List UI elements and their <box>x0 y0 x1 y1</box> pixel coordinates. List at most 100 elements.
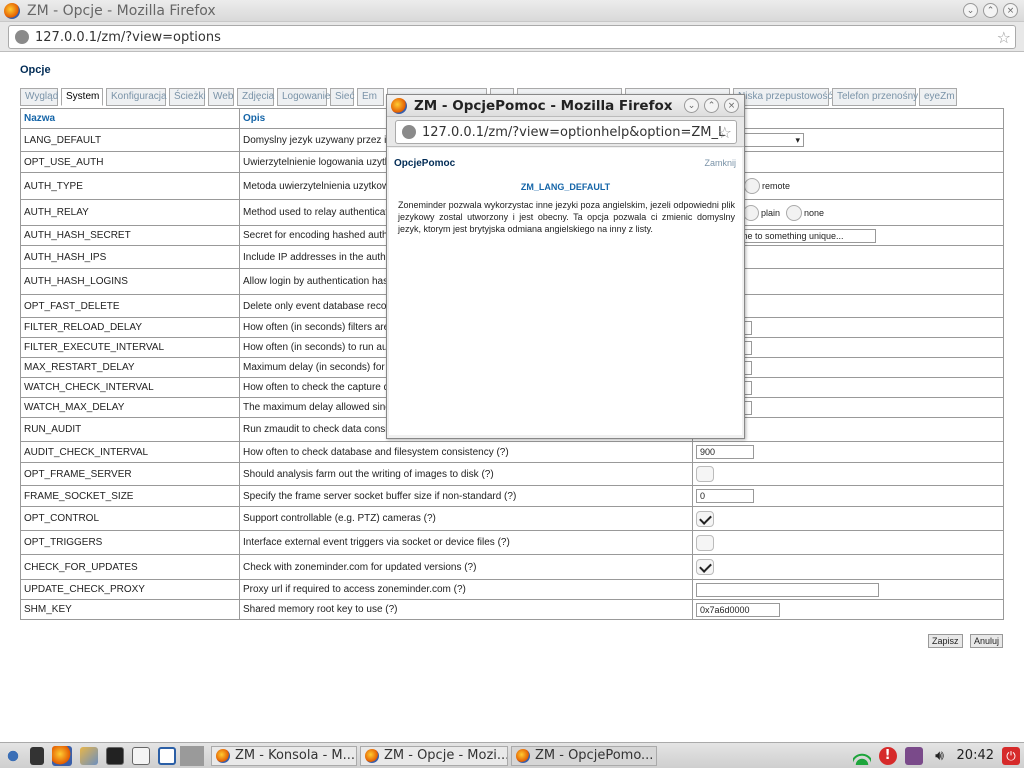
option-help-text: Zoneminder pozwala wykorzystac inne jezy… <box>398 200 735 234</box>
option-name: RUN_AUDIT <box>20 417 240 442</box>
tab-konfiguracja[interactable]: Konfiguracja <box>106 88 167 106</box>
terminal-icon[interactable] <box>106 746 124 765</box>
page-title: Opcje <box>20 64 51 76</box>
option-description: Should analysis farm out the writing of … <box>239 462 693 486</box>
option-name: FRAME_SOCKET_SIZE <box>20 485 240 507</box>
task-label: ZM - OpcjePomo... <box>535 748 654 763</box>
table-row: CHECK_FOR_UPDATES Check with zoneminder.… <box>20 554 1004 580</box>
audit-check-interval-input[interactable]: 900 <box>696 445 754 459</box>
frame-socket-size-input[interactable]: 0 <box>696 489 754 503</box>
language-select[interactable]: ▾ <box>738 133 804 147</box>
popup-heading: OpcjePomoc <box>394 158 456 169</box>
option-description: Interface external event triggers via so… <box>239 530 693 555</box>
windows-icon[interactable] <box>132 746 150 765</box>
radio-label: none <box>804 207 825 218</box>
task-label: ZM - Opcje - Mozi... <box>384 748 508 763</box>
volume-icon[interactable]: 🔊︎ <box>931 747 949 765</box>
option-name: AUTH_HASH_LOGINS <box>20 268 240 295</box>
opt-control-checkbox[interactable] <box>696 510 714 527</box>
tab-telefon-przenosny[interactable]: Telefon przenośny <box>832 88 918 106</box>
bookmark-star-icon[interactable]: ☆ <box>997 28 1011 47</box>
tab-eyezm[interactable]: eyeZm <box>919 88 957 106</box>
tab-wyglad[interactable]: Wygląd <box>20 88 58 106</box>
option-name: FILTER_EXECUTE_INTERVAL <box>20 337 240 358</box>
opt-triggers-checkbox[interactable] <box>696 534 714 551</box>
option-name: AUTH_RELAY <box>20 199 240 226</box>
url-bar[interactable]: 127.0.0.1/zm/?view=options ☆ <box>8 25 1016 49</box>
close-icon[interactable]: × <box>724 98 739 113</box>
alert-icon[interactable]: ! <box>878 746 897 765</box>
update-check-proxy-input[interactable] <box>696 582 879 597</box>
site-identity-icon[interactable] <box>402 125 416 139</box>
option-name: UPDATE_CHECK_PROXY <box>20 579 240 600</box>
option-value <box>692 554 1004 580</box>
option-description: Check with zoneminder.com for updated ve… <box>239 554 693 580</box>
popup-titlebar: ZM - OpcjePomoc - Mozilla Firefox ⌄ ⌃ × <box>387 95 744 117</box>
option-name: SHM_KEY <box>20 599 240 620</box>
option-description: Shared memory root key to use (?) <box>239 599 693 620</box>
auth-relay-plain-radio[interactable] <box>743 204 760 221</box>
firefox-icon <box>516 748 530 763</box>
shm-key-input[interactable]: 0x7a6d0000 <box>696 602 780 617</box>
minimize-icon[interactable]: ⌄ <box>684 98 699 113</box>
radio-label: plain <box>761 207 781 218</box>
table-row: OPT_FRAME_SERVER Should analysis farm ou… <box>20 462 1004 486</box>
task-konsola[interactable]: ZM - Konsola - M... <box>211 745 357 766</box>
option-description: Proxy url if required to access zonemind… <box>239 579 693 600</box>
radio-label: remote <box>762 181 791 191</box>
file-manager-icon[interactable] <box>30 746 44 765</box>
task-opcje[interactable]: ZM - Opcje - Mozi... <box>360 745 508 766</box>
battery-icon[interactable] <box>904 746 923 765</box>
opt-frame-server-checkbox[interactable] <box>696 466 714 482</box>
auth-type-remote-radio[interactable] <box>744 178 760 194</box>
option-name: AUTH_TYPE <box>20 172 240 200</box>
auth-relay-none-radio[interactable] <box>786 204 803 221</box>
app-launcher-icon[interactable] <box>80 746 98 765</box>
tab-zdjecia[interactable]: Zdjęcia <box>237 88 274 106</box>
tab-logowanie[interactable]: Logowanie <box>277 88 330 106</box>
tab-sciezki[interactable]: Ścieżki <box>169 88 206 106</box>
power-icon[interactable]: ⏻ <box>1002 746 1020 765</box>
desktop-2-icon[interactable] <box>180 745 204 766</box>
option-value <box>692 462 1004 486</box>
option-name: OPT_FRAME_SERVER <box>20 462 240 486</box>
help-popup-window: ZM - OpcjePomoc - Mozilla Firefox ⌄ ⌃ × … <box>386 94 745 439</box>
start-menu-icon[interactable] <box>4 746 22 765</box>
option-value: 0x7a6d0000 <box>692 599 1004 620</box>
save-button[interactable]: Zapisz <box>928 634 963 648</box>
task-opcjepomoc[interactable]: ZM - OpcjePomo... <box>511 745 657 766</box>
desktop-1-icon[interactable] <box>158 746 176 765</box>
popup-close-link[interactable]: Zamknij <box>704 158 736 168</box>
tab-web[interactable]: Web <box>208 88 234 106</box>
task-label: ZM - Konsola - M... <box>235 748 356 763</box>
cancel-button[interactable]: Anuluj <box>970 634 1004 648</box>
minimize-icon[interactable]: ⌄ <box>963 3 978 18</box>
tab-email[interactable]: Em <box>357 88 384 106</box>
tab-siec[interactable]: Sieć <box>330 88 354 106</box>
check-for-updates-checkbox[interactable] <box>696 559 714 575</box>
option-value <box>692 506 1004 531</box>
firefox-launcher-icon[interactable] <box>52 745 72 766</box>
close-icon[interactable]: × <box>1003 3 1018 18</box>
option-name: WATCH_CHECK_INTERVAL <box>20 377 240 398</box>
bookmark-star-icon[interactable]: ☆ <box>718 123 732 142</box>
option-value <box>692 579 1004 600</box>
taskbar: ZM - Konsola - M... ZM - Opcje - Mozi...… <box>0 742 1024 768</box>
firefox-icon <box>391 97 407 114</box>
option-name-heading: ZM_LANG_DEFAULT <box>520 182 611 192</box>
table-row: AUDIT_CHECK_INTERVAL How often to check … <box>20 441 1004 463</box>
window-title: ZM - Opcje - Mozilla Firefox <box>27 2 216 19</box>
tab-system[interactable]: System <box>61 88 103 106</box>
tab-niska-przepustowosc[interactable]: Niska przepustowość <box>733 88 832 106</box>
firefox-icon <box>365 748 379 763</box>
maximize-icon[interactable]: ⌃ <box>983 3 998 18</box>
maximize-icon[interactable]: ⌃ <box>704 98 719 113</box>
wifi-icon[interactable] <box>852 746 871 765</box>
firefox-icon <box>216 748 230 763</box>
site-identity-icon[interactable] <box>15 30 29 44</box>
auth-hash-secret-input[interactable]: me to something unique... <box>736 228 876 243</box>
popup-url-bar[interactable]: 127.0.0.1/zm/?view=optionhelp&option=ZM_… <box>395 120 737 144</box>
option-description: Support controllable (e.g. PTZ) cameras … <box>239 506 693 531</box>
option-value: 0 <box>692 485 1004 507</box>
browser-titlebar: ZM - Opcje - Mozilla Firefox ⌄ ⌃ × <box>0 0 1024 22</box>
